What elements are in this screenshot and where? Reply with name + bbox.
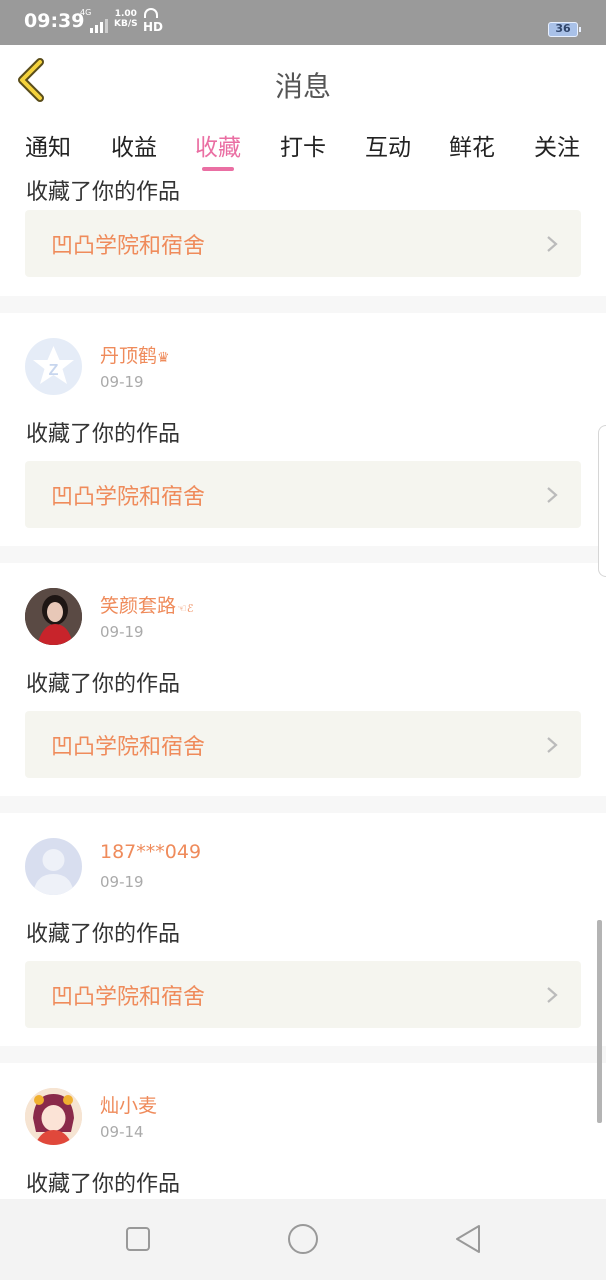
list-item: 收藏了你的作品 凹凸学院和宿舍	[0, 172, 606, 296]
work-title: 凹凸学院和宿舍	[51, 234, 206, 259]
home-button[interactable]	[285, 1221, 321, 1257]
action-text: 收藏了你的作品	[26, 1172, 181, 1197]
avatar[interactable]	[25, 588, 82, 645]
tab-flowers[interactable]: 鲜花	[449, 128, 495, 162]
list-item: Z 丹顶鹤♛ 09-19 收藏了你的作品 凹凸学院和宿舍	[0, 313, 606, 546]
tab-favorites[interactable]: 收藏	[195, 128, 241, 162]
action-text: 收藏了你的作品	[26, 922, 181, 947]
username-text: 丹顶鹤	[100, 345, 158, 367]
default-user-icon	[33, 849, 74, 895]
work-title: 凹凸学院和宿舍	[51, 485, 206, 510]
work-link[interactable]: 凹凸学院和宿舍	[25, 711, 581, 778]
date: 09-14	[100, 1123, 144, 1141]
level-badge-icon: ☜ℰ	[177, 602, 194, 615]
work-link[interactable]: 凹凸学院和宿舍	[25, 210, 581, 277]
username[interactable]: 187***049	[100, 841, 201, 863]
scrollbar[interactable]	[597, 920, 602, 1123]
system-nav-bar	[0, 1199, 606, 1280]
list-item: 187***049 09-19 收藏了你的作品 凹凸学院和宿舍	[0, 813, 606, 1046]
work-title: 凹凸学院和宿舍	[51, 985, 206, 1010]
date: 09-19	[100, 873, 144, 891]
tab-following[interactable]: 关注	[534, 128, 580, 162]
username[interactable]: 灿小麦	[100, 1091, 157, 1118]
avatar[interactable]	[25, 1088, 82, 1145]
back-button[interactable]	[451, 1221, 487, 1257]
username-text: 灿小麦	[100, 1095, 158, 1117]
anime-girl-icon	[25, 1088, 82, 1145]
network-type: 4G	[80, 8, 92, 17]
tab-checkin[interactable]: 打卡	[280, 128, 326, 162]
network-speed: 1.00 KB/S	[114, 9, 138, 29]
date: 09-19	[100, 373, 144, 391]
work-link[interactable]: 凹凸学院和宿舍	[25, 961, 581, 1028]
recent-apps-button[interactable]	[120, 1221, 156, 1257]
battery-icon: 36	[548, 22, 581, 37]
tab-bar: 通知 收益 收藏 打卡 互动 鲜花 关注	[0, 118, 606, 172]
username-text: 187***049	[100, 841, 202, 863]
work-title: 凹凸学院和宿舍	[51, 735, 206, 760]
work-link[interactable]: 凹凸学院和宿舍	[25, 461, 581, 528]
chevron-right-icon	[547, 487, 558, 503]
avatar[interactable]: Z	[25, 338, 82, 395]
crown-badge-icon: ♛	[157, 350, 170, 366]
qzone-star-icon: Z	[33, 346, 74, 384]
active-tab-indicator	[202, 167, 234, 171]
svg-text:Z: Z	[49, 362, 59, 379]
network-speed-unit: KB/S	[114, 19, 138, 29]
chevron-right-icon	[547, 737, 558, 753]
list-item: 笑颜套路☜ℰ 09-19 收藏了你的作品 凹凸学院和宿舍	[0, 563, 606, 796]
chevron-right-icon	[547, 236, 558, 252]
network-speed-value: 1.00	[114, 9, 137, 19]
page-title: 消息	[274, 70, 331, 103]
chevron-right-icon	[547, 987, 558, 1003]
username[interactable]: 丹顶鹤♛	[100, 341, 170, 368]
page-header: 消息	[0, 45, 606, 118]
edge-panel-handle[interactable]	[598, 425, 606, 577]
avatar[interactable]	[25, 838, 82, 895]
date: 09-19	[100, 623, 144, 641]
hotspot-icon	[144, 8, 158, 18]
status-bar: 09:39 4G 1.00 KB/S HD 36	[0, 0, 606, 45]
tab-interaction[interactable]: 互动	[365, 128, 411, 162]
username[interactable]: 笑颜套路☜ℰ	[100, 591, 195, 618]
username-text: 笑颜套路	[100, 595, 177, 617]
action-text: 收藏了你的作品	[26, 422, 181, 447]
favorites-feed[interactable]: 收藏了你的作品 凹凸学院和宿舍 Z 丹顶鹤♛ 09-19 收藏了你的作品 凹凸学…	[0, 172, 606, 1199]
list-item: 灿小麦 09-14 收藏了你的作品	[0, 1063, 606, 1199]
signal-icon	[90, 19, 110, 33]
tab-notifications[interactable]: 通知	[25, 128, 71, 162]
girl-photo-icon	[25, 588, 82, 645]
action-text: 收藏了你的作品	[26, 672, 181, 697]
tab-earnings[interactable]: 收益	[111, 128, 157, 162]
action-text: 收藏了你的作品	[26, 180, 181, 205]
status-time: 09:39	[24, 10, 85, 32]
hd-indicator: HD	[143, 20, 164, 34]
